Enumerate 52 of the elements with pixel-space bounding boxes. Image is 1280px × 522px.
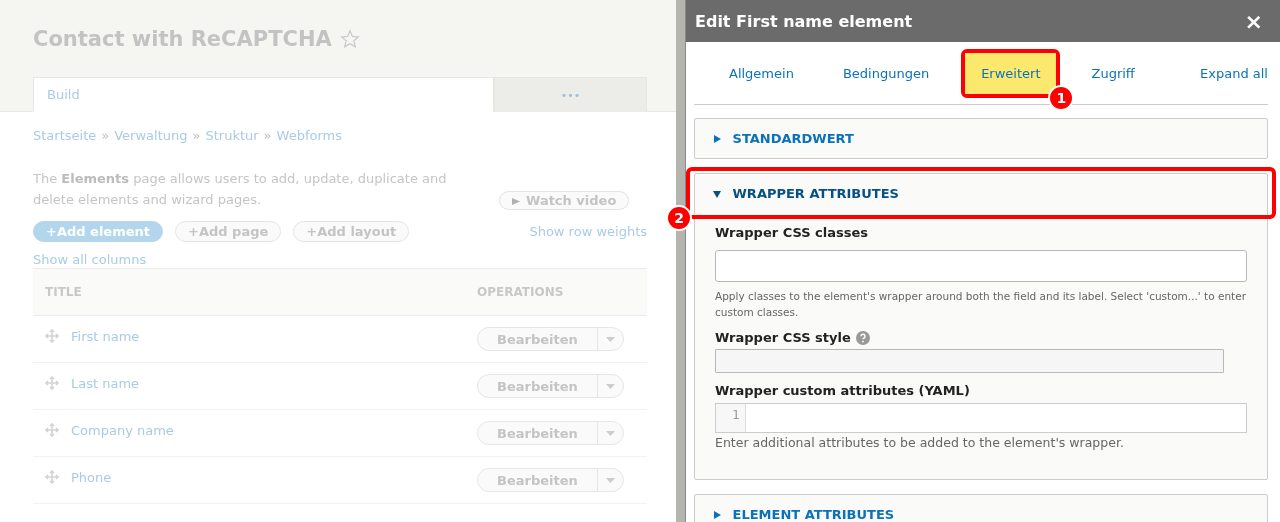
dialog-title: Edit First name element <box>695 11 913 31</box>
show-all-columns-link[interactable]: Show all columns <box>33 252 647 267</box>
page-tab[interactable]: Build <box>33 77 494 112</box>
callout-badge: 1 <box>1048 84 1075 111</box>
drag-handle-icon[interactable] <box>45 470 59 484</box>
breadcrumb-link[interactable]: Verwaltung <box>114 128 188 150</box>
element-title-link[interactable]: Phone <box>71 469 112 485</box>
field-description: Enter additional attributes to be added to the element's wrapper. <box>715 435 1125 451</box>
element-title-link[interactable]: First name <box>71 328 140 344</box>
star-icon[interactable] <box>339 28 360 49</box>
caret-icon <box>605 430 615 436</box>
add-button[interactable]: +Add element <box>33 221 163 242</box>
help-icon[interactable] <box>855 330 870 345</box>
caret-icon <box>605 383 615 389</box>
breadcrumb-link[interactable]: Webforms <box>276 128 342 150</box>
collapsed-caret-icon <box>713 511 721 519</box>
line-number: 1 <box>716 404 746 432</box>
breadcrumb-separator: » <box>101 128 110 145</box>
breadcrumb-link[interactable]: Startseite <box>33 128 97 150</box>
breadcrumb-separator: » <box>263 128 272 145</box>
caret-icon <box>605 336 615 342</box>
section-toggle[interactable]: WRAPPER ATTRIBUTES <box>695 174 1267 215</box>
description-text: The Elements page allows users to add, update, duplicate and delete elements and wizard pages. <box>33 170 448 209</box>
code-editor-field[interactable]: 1 <box>715 403 1247 433</box>
dialog-tab[interactable]: Erweitert <box>965 52 1057 94</box>
field-label: Wrapper CSS style <box>715 330 851 345</box>
breadcrumb-link[interactable]: Struktur <box>205 128 259 150</box>
drag-handle-icon[interactable] <box>45 423 59 437</box>
dialog-tab[interactable]: Allgemein <box>719 55 804 91</box>
input-field[interactable] <box>715 349 1224 373</box>
callout-badge: 2 <box>666 205 692 231</box>
close-button[interactable]: × <box>1244 8 1263 34</box>
expand-all-link[interactable]: Expand all <box>1200 65 1268 81</box>
dialog-tab[interactable]: Zugriff <box>1081 55 1145 91</box>
collapsed-caret-icon <box>713 135 721 143</box>
drag-handle-icon[interactable] <box>45 329 59 343</box>
caret-icon <box>605 477 615 483</box>
input-field[interactable] <box>715 250 1247 282</box>
section-toggle[interactable]: STANDARDWERT <box>695 119 1267 158</box>
element-title-link[interactable]: Last name <box>71 375 140 391</box>
element-title-link[interactable]: Company name <box>71 422 174 438</box>
breadcrumb-separator: » <box>192 128 201 145</box>
dialog-tab[interactable]: Bedingungen <box>832 55 940 91</box>
field-description: Apply classes to the element's wrapper around both the field and its label. Select 'custom...' to enter custom classes. <box>715 289 1247 320</box>
play-icon <box>512 198 520 205</box>
page-tab[interactable]: ••• <box>494 77 647 112</box>
field-label: Wrapper custom attributes (YAML) <box>715 383 970 398</box>
drag-handle-icon[interactable] <box>45 376 59 390</box>
section-toggle[interactable]: ELEMENT ATTRIBUTES <box>695 495 1267 522</box>
show-row-weights-link[interactable]: Show row weights <box>529 224 647 239</box>
field-label: Wrapper CSS classes <box>715 225 869 240</box>
expanded-caret-icon <box>713 190 721 198</box>
